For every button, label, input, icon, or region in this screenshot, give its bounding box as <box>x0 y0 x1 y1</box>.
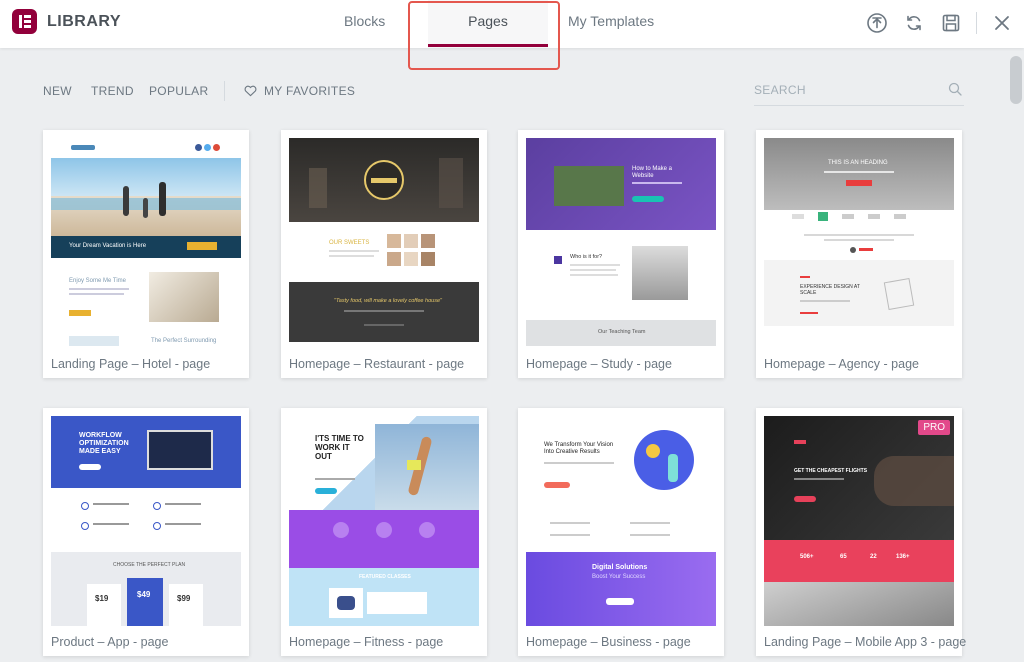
template-card-business[interactable]: We Transform Your Vision Into Creative R… <box>518 408 724 656</box>
template-card-mobile-app-3[interactable]: GET THE CHEAPEST FLIGHTS 506+ 65 22 136+… <box>756 408 966 656</box>
my-favorites-label: MY FAVORITES <box>264 84 356 98</box>
template-card-fitness[interactable]: I'TS TIME TO WORK IT OUT FEATURED CLASSE… <box>281 408 487 656</box>
sync-icon[interactable] <box>903 12 925 34</box>
study-hero-text: How to Make a Website <box>632 166 673 179</box>
upload-icon[interactable] <box>866 12 888 34</box>
restaurant-section-text: OUR SWEETS <box>329 240 370 246</box>
template-thumbnail: WORKFLOW OPTIMIZATION MADE EASY CHOOSE T… <box>51 416 241 626</box>
template-thumbnail: THIS IS AN HEADING EXPERIENCE DESIGN AT … <box>764 138 954 346</box>
tab-blocks[interactable]: Blocks <box>344 13 385 29</box>
hotel-sub-text-2: The Perfect Surrounding <box>151 338 217 344</box>
template-thumbnail: GET THE CHEAPEST FLIGHTS 506+ 65 22 136+… <box>764 416 954 626</box>
app-price-1: $19 <box>95 594 109 603</box>
filter-my-favorites[interactable]: MY FAVORITES <box>244 84 355 98</box>
business-sub-text: Boost Your Success <box>592 574 646 580</box>
close-icon[interactable] <box>991 12 1013 34</box>
study-section-text: Who is it for? <box>570 254 603 260</box>
filter-divider <box>224 81 225 101</box>
business-hero-text: We Transform Your Vision Into Creative R… <box>544 442 614 455</box>
template-title: Landing Page – Mobile App 3 - page <box>764 635 967 649</box>
filter-popular[interactable]: POPULAR <box>149 84 208 98</box>
mobile-stat-1: 506+ <box>800 554 814 560</box>
hotel-sub-text: Enjoy Some Me Time <box>69 278 127 284</box>
template-title: Homepage – Restaurant - page <box>289 357 465 371</box>
template-card-app[interactable]: WORKFLOW OPTIMIZATION MADE EASY CHOOSE T… <box>43 408 249 656</box>
template-card-study[interactable]: How to Make a Website Who is it for? Our… <box>518 130 724 378</box>
template-title: Landing Page – Hotel - page <box>51 357 211 371</box>
scrollbar-thumb[interactable] <box>1010 56 1022 104</box>
business-section-text: Digital Solutions <box>592 564 648 571</box>
template-thumbnail: We Transform Your Vision Into Creative R… <box>526 416 716 626</box>
app-price-2: $49 <box>137 590 151 599</box>
hotel-banner-text: Your Dream Vacation is Here <box>69 243 147 249</box>
mobile-stat-3: 22 <box>870 554 877 560</box>
search-box <box>754 76 964 106</box>
library-title: LIBRARY <box>47 12 122 30</box>
app-price-3: $99 <box>177 594 191 603</box>
template-title: Homepage – Study - page <box>526 357 672 371</box>
search-icon[interactable] <box>948 82 962 96</box>
fitness-hero-text: I'TS TIME TO WORK IT OUT <box>315 434 364 461</box>
app-hero-text: WORKFLOW OPTIMIZATION MADE EASY <box>79 432 129 455</box>
filter-trend[interactable]: TREND <box>91 84 134 98</box>
template-thumbnail: Your Dream Vacation is Here Enjoy Some M… <box>51 138 241 346</box>
brand: LIBRARY <box>12 9 121 34</box>
elementor-logo-icon <box>12 9 37 34</box>
pages-tab-highlight <box>408 1 560 70</box>
agency-hero-text: THIS IS AN HEADING <box>828 160 888 166</box>
mobile-stat-4: 136+ <box>896 554 910 560</box>
app-plan-text: CHOOSE THE PERFECT PLAN <box>113 562 186 568</box>
header-divider <box>976 12 977 34</box>
template-card-agency[interactable]: THIS IS AN HEADING EXPERIENCE DESIGN AT … <box>756 130 962 378</box>
heart-icon <box>244 85 257 97</box>
save-icon[interactable] <box>940 12 962 34</box>
tab-my-templates[interactable]: My Templates <box>568 13 654 29</box>
template-title: Homepage – Business - page <box>526 635 691 649</box>
agency-section-text: EXPERIENCE DESIGN AT SCALE <box>800 284 860 296</box>
pro-badge: PRO <box>918 420 950 435</box>
template-title: Homepage – Fitness - page <box>289 635 444 649</box>
template-card-hotel[interactable]: Your Dream Vacation is Here Enjoy Some M… <box>43 130 249 378</box>
template-thumbnail: OUR SWEETS "Tasty food, will make a love… <box>289 138 479 346</box>
restaurant-quote-text: "Tasty food, will make a lovely coffee h… <box>334 298 442 304</box>
search-input[interactable] <box>754 76 934 104</box>
mobile-hero-text: GET THE CHEAPEST FLIGHTS <box>794 468 868 474</box>
template-thumbnail: How to Make a Website Who is it for? Our… <box>526 138 716 346</box>
template-title: Homepage – Agency - page <box>764 357 919 371</box>
template-card-restaurant[interactable]: OUR SWEETS "Tasty food, will make a love… <box>281 130 487 378</box>
study-team-text: Our Teaching Team <box>598 329 646 335</box>
template-title: Product – App - page <box>51 635 169 649</box>
fitness-section-text: FEATURED CLASSES <box>359 574 411 580</box>
filter-new[interactable]: NEW <box>43 84 72 98</box>
mobile-stat-2: 65 <box>840 554 847 560</box>
template-thumbnail: I'TS TIME TO WORK IT OUT FEATURED CLASSE… <box>289 416 479 626</box>
